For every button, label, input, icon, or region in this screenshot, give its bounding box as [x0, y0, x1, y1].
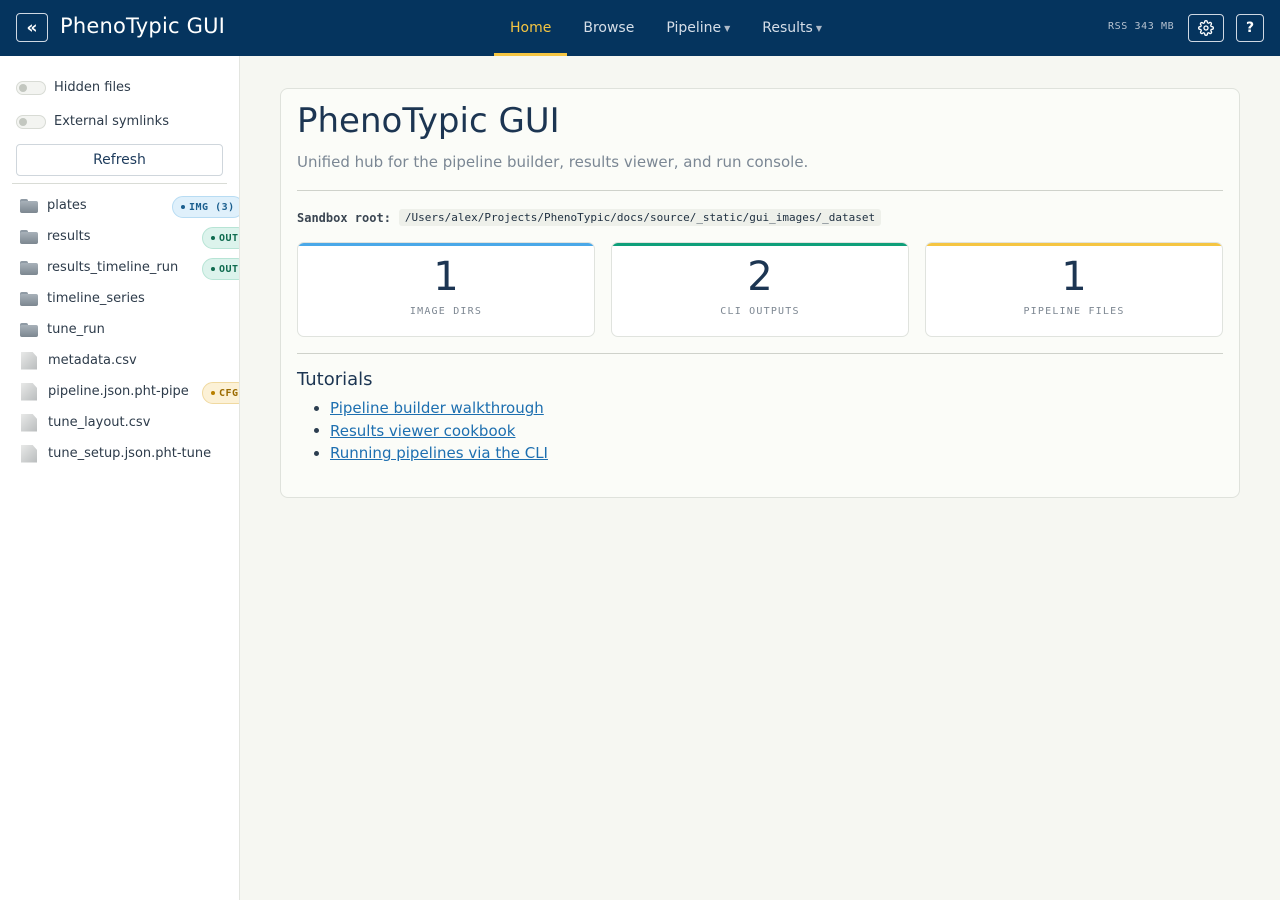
brand-title[interactable]: PhenoTypic GUI: [60, 14, 225, 38]
main-nav: Home Browse Pipeline ▼ Results ▼: [494, 0, 838, 56]
folder-icon: [20, 198, 38, 213]
file-icon: [21, 413, 37, 432]
page-subtitle: Unified hub for the pipeline builder, re…: [297, 153, 809, 171]
stat-pipeline-files: 1 PIPELINE FILES: [925, 242, 1223, 337]
tree-item-label: results_timeline_run: [47, 260, 179, 275]
stat-cli-outputs: 2 CLI OUTPUTS: [611, 242, 909, 337]
toggle-switch[interactable]: [16, 114, 46, 129]
hidden-files-toggle[interactable]: Hidden files: [16, 80, 131, 95]
tree-item-label: tune_setup.json.pht-tune: [48, 446, 212, 461]
tree-item-tune-layout-csv[interactable]: tune_layout.csv: [0, 407, 239, 438]
file-sidebar: Hidden files External symlinks Refresh p…: [0, 56, 240, 900]
tutorials-list: Pipeline builder walkthrough Results vie…: [297, 397, 548, 465]
file-tree: plates IMG (3) results OUT results_timel…: [0, 190, 239, 469]
tree-item-plates[interactable]: plates IMG (3): [0, 190, 239, 221]
sidebar-divider: [12, 183, 227, 184]
tree-item-label: plates: [47, 198, 87, 213]
stat-label: PIPELINE FILES: [1023, 306, 1125, 317]
sandbox-root-label: Sandbox root:: [297, 210, 391, 225]
tutorial-link-results-viewer[interactable]: Results viewer cookbook: [330, 422, 516, 440]
refresh-button[interactable]: Refresh: [16, 144, 223, 176]
folder-icon: [20, 260, 38, 275]
help-button[interactable]: ?: [1236, 14, 1264, 42]
tree-item-timeline-series[interactable]: timeline_series: [0, 283, 239, 314]
tree-item-label: tune_layout.csv: [48, 415, 151, 430]
file-icon: [21, 382, 37, 401]
caret-down-icon: ▼: [724, 23, 731, 33]
nav-pipeline-label: Pipeline: [666, 20, 722, 36]
stat-accent-bar: [926, 243, 1222, 246]
nav-home[interactable]: Home: [494, 0, 568, 56]
nav-home-label: Home: [510, 20, 552, 36]
stat-image-dirs: 1 IMAGE DIRS: [297, 242, 595, 337]
tree-item-tune-run[interactable]: tune_run: [0, 314, 239, 345]
cfg-badge: CFG: [202, 382, 239, 404]
divider: [297, 190, 1223, 191]
nav-results-label: Results: [762, 20, 813, 36]
collapse-sidebar-button[interactable]: «: [16, 13, 48, 42]
tree-item-tune-setup-json[interactable]: tune_setup.json.pht-tune: [0, 438, 239, 469]
list-item: Results viewer cookbook: [297, 420, 548, 443]
stat-value: 2: [747, 254, 773, 300]
tree-item-label: results: [47, 229, 91, 244]
tree-item-label: metadata.csv: [48, 353, 137, 368]
double-chevron-left-icon: «: [26, 17, 38, 38]
help-icon: ?: [1245, 20, 1255, 36]
top-navbar: « PhenoTypic GUI Home Browse Pipeline ▼ …: [0, 0, 1280, 56]
folder-icon: [20, 291, 38, 306]
nav-pipeline-dropdown[interactable]: Pipeline ▼: [650, 0, 746, 56]
divider: [297, 353, 1223, 354]
tutorial-link-cli[interactable]: Running pipelines via the CLI: [330, 444, 548, 462]
settings-button[interactable]: [1188, 14, 1224, 42]
stat-value: 1: [1061, 254, 1087, 300]
nav-browse[interactable]: Browse: [567, 0, 650, 56]
external-symlinks-label: External symlinks: [54, 114, 169, 129]
tree-item-results[interactable]: results OUT: [0, 221, 239, 252]
gear-icon: [1198, 20, 1214, 36]
stat-value: 1: [433, 254, 459, 300]
list-item: Pipeline builder walkthrough: [297, 397, 548, 420]
img-badge: IMG (3): [172, 196, 239, 218]
home-card: PhenoTypic GUI Unified hub for the pipel…: [280, 88, 1240, 498]
folder-icon: [20, 322, 38, 337]
list-item: Running pipelines via the CLI: [297, 442, 548, 465]
nav-browse-label: Browse: [583, 20, 635, 36]
nav-results-dropdown[interactable]: Results ▼: [746, 0, 838, 56]
tutorial-link-pipeline-builder[interactable]: Pipeline builder walkthrough: [330, 399, 544, 417]
rss-memory-readout: RSS 343 MB: [1108, 21, 1175, 32]
hidden-files-label: Hidden files: [54, 80, 131, 95]
file-icon: [21, 351, 37, 370]
sandbox-root: Sandbox root: /Users/alex/Projects/Pheno…: [297, 209, 882, 226]
stat-label: CLI OUTPUTS: [720, 306, 800, 317]
tree-item-label: pipeline.json.pht-pipe: [48, 384, 189, 399]
tutorials-heading: Tutorials: [297, 369, 373, 390]
out-badge: OUT: [202, 258, 239, 280]
external-symlinks-toggle[interactable]: External symlinks: [16, 114, 169, 129]
file-icon: [21, 444, 37, 463]
stat-accent-bar: [298, 243, 594, 246]
tree-item-pipeline-json[interactable]: pipeline.json.pht-pipe CFG: [0, 376, 239, 407]
tree-item-results-timeline-run[interactable]: results_timeline_run OUT: [0, 252, 239, 283]
folder-icon: [20, 229, 38, 244]
page-title: PhenoTypic GUI: [297, 101, 560, 141]
caret-down-icon: ▼: [815, 23, 822, 33]
out-badge: OUT: [202, 227, 239, 249]
tree-item-metadata-csv[interactable]: metadata.csv: [0, 345, 239, 376]
tree-item-label: tune_run: [47, 322, 105, 337]
stat-label: IMAGE DIRS: [409, 306, 483, 317]
tree-item-label: timeline_series: [47, 291, 145, 306]
stat-accent-bar: [612, 243, 908, 246]
toggle-switch[interactable]: [16, 80, 46, 95]
sandbox-root-path: /Users/alex/Projects/PhenoTypic/docs/sou…: [398, 209, 882, 226]
